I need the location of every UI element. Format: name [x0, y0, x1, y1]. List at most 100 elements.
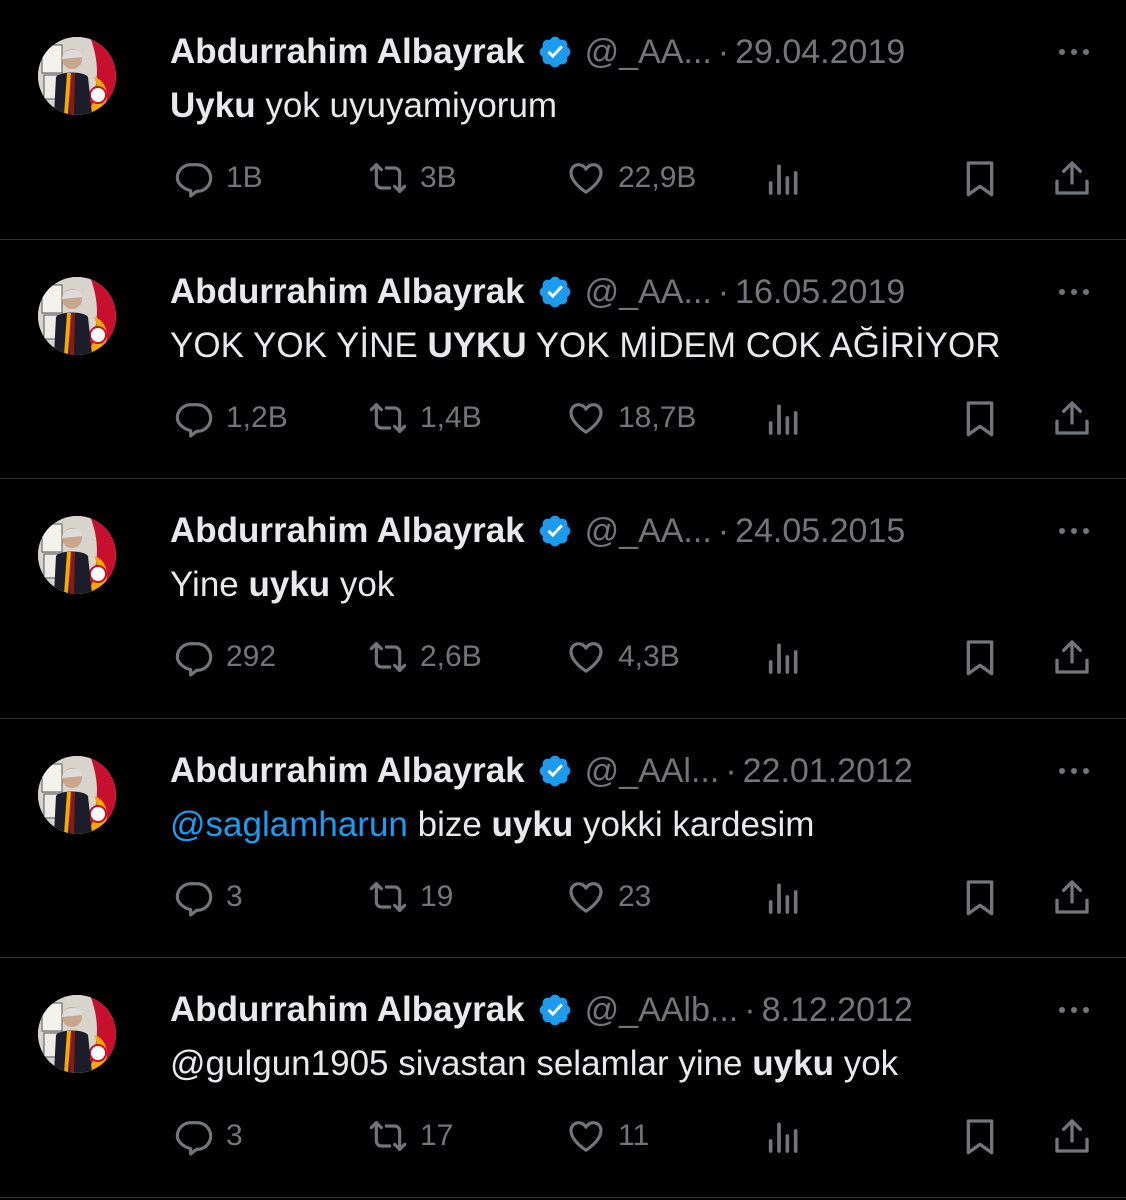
like-count: 22,9B	[618, 161, 697, 194]
reply-icon	[175, 1121, 213, 1156]
retweet-icon	[369, 642, 407, 672]
separator-dot: ·	[725, 751, 737, 790]
separator-dot: ·	[744, 990, 756, 1029]
handle[interactable]: @_AAl...	[585, 752, 720, 791]
reply-count: 3	[226, 880, 243, 913]
reply-button[interactable]: 3	[174, 877, 243, 917]
action-bar: 3 17 11	[0, 1116, 1126, 1160]
more-options-icon[interactable]	[1054, 509, 1094, 553]
avatar-image	[38, 516, 116, 594]
bookmark-icon[interactable]	[960, 877, 1000, 917]
retweet-icon	[369, 882, 407, 912]
tweet-date[interactable]: 16.05.2019	[735, 273, 905, 312]
like-button[interactable]: 22,9B	[566, 158, 696, 198]
avatar-image	[38, 37, 116, 115]
tweet-header: Abdurrahim Albayrak @_AA... · 16.05.2019	[170, 270, 905, 314]
handle[interactable]: @_AA...	[585, 33, 712, 72]
avatar[interactable]	[38, 516, 116, 594]
avatar-image	[38, 756, 116, 834]
tweet[interactable]: Abdurrahim Albayrak @_AA... · 24.05.2015…	[0, 479, 1126, 719]
like-button[interactable]: 23	[566, 877, 651, 917]
tweet[interactable]: Abdurrahim Albayrak @_AA... · 16.05.2019…	[0, 240, 1126, 479]
reply-count: 3	[226, 1119, 243, 1152]
retweet-count: 2,6B	[420, 640, 482, 673]
display-name[interactable]: Abdurrahim Albayrak	[170, 272, 525, 312]
reply-button[interactable]: 1B	[174, 158, 263, 198]
handle[interactable]: @_AAlb...	[585, 991, 739, 1030]
views-icon[interactable]	[764, 877, 804, 917]
like-button[interactable]: 18,7B	[566, 398, 696, 438]
more-options-icon[interactable]	[1054, 30, 1094, 74]
text-segment: yok uyuyamiyorum	[255, 86, 558, 125]
display-name[interactable]: Abdurrahim Albayrak	[170, 32, 525, 72]
bookmark-icon[interactable]	[960, 158, 1000, 198]
tweet-date[interactable]: 24.05.2015	[735, 512, 905, 551]
retweet-button[interactable]: 19	[368, 877, 453, 917]
views-icon[interactable]	[764, 1116, 804, 1156]
display-name[interactable]: Abdurrahim Albayrak	[170, 751, 525, 791]
more-options-icon[interactable]	[1054, 988, 1094, 1032]
action-bar: 1,2B 1,4B 18,7B	[0, 398, 1126, 442]
reply-icon	[175, 642, 213, 677]
more-options-icon[interactable]	[1054, 749, 1094, 793]
reply-button[interactable]: 292	[174, 637, 276, 677]
tweet-header: Abdurrahim Albayrak @_AA... · 29.04.2019	[170, 30, 905, 74]
share-icon[interactable]	[1052, 637, 1092, 677]
reply-button[interactable]: 1,2B	[174, 398, 288, 438]
share-icon[interactable]	[1052, 1116, 1092, 1156]
like-count: 11	[618, 1119, 650, 1152]
like-button[interactable]: 11	[566, 1116, 649, 1156]
views-icon[interactable]	[764, 637, 804, 677]
reply-icon	[175, 163, 213, 198]
tweet-date[interactable]: 29.04.2019	[735, 33, 905, 72]
tweet-text: YOK YOK YİNE UYKU YOK MİDEM COK AĞİRİYOR	[170, 326, 1001, 366]
like-count: 4,3B	[618, 640, 680, 673]
retweet-button[interactable]: 2,6B	[368, 637, 482, 677]
retweet-button[interactable]: 3B	[368, 158, 457, 198]
avatar[interactable]	[38, 277, 116, 355]
heart-icon	[569, 882, 603, 913]
retweet-button[interactable]: 17	[368, 1116, 453, 1156]
tweet-date[interactable]: 22.01.2012	[743, 752, 913, 791]
handle[interactable]: @_AA...	[585, 512, 712, 551]
views-icon[interactable]	[764, 158, 804, 198]
verified-badge-icon	[539, 515, 571, 547]
text-segment: bize	[407, 805, 492, 844]
highlighted-term: UYKU	[427, 326, 527, 365]
mention-link[interactable]: @saglamharun	[170, 805, 408, 844]
retweet-button[interactable]: 1,4B	[368, 398, 482, 438]
separator-dot: ·	[717, 511, 730, 550]
separator-dot: ·	[717, 32, 730, 71]
bookmark-icon[interactable]	[960, 398, 1000, 438]
handle[interactable]: @_AA...	[585, 273, 712, 312]
retweet-icon	[369, 403, 407, 433]
text-segment: yok	[330, 565, 395, 604]
tweet-date[interactable]: 8.12.2012	[762, 991, 913, 1030]
tweet[interactable]: Abdurrahim Albayrak @_AA... · 29.04.2019…	[0, 0, 1126, 240]
separator-dot: ·	[717, 272, 730, 311]
avatar[interactable]	[38, 756, 116, 834]
display-name[interactable]: Abdurrahim Albayrak	[170, 511, 525, 551]
tweet[interactable]: Abdurrahim Albayrak @_AAlb... · 8.12.201…	[0, 958, 1126, 1198]
like-button[interactable]: 4,3B	[566, 637, 680, 677]
avatar-image	[38, 277, 116, 355]
heart-icon	[569, 642, 603, 673]
more-options-icon[interactable]	[1054, 270, 1094, 314]
share-icon[interactable]	[1052, 877, 1092, 917]
share-icon[interactable]	[1052, 158, 1092, 198]
tweet[interactable]: Abdurrahim Albayrak @_AAl... · 22.01.201…	[0, 719, 1126, 958]
bookmark-icon[interactable]	[960, 1116, 1000, 1156]
display-name[interactable]: Abdurrahim Albayrak	[170, 990, 525, 1030]
share-icon[interactable]	[1052, 398, 1092, 438]
highlighted-term: uyku	[752, 1044, 834, 1083]
bookmark-icon[interactable]	[960, 637, 1000, 677]
highlighted-term: uyku	[248, 565, 331, 604]
reply-button[interactable]: 3	[174, 1116, 243, 1156]
avatar[interactable]	[38, 995, 116, 1073]
avatar-image	[38, 995, 116, 1073]
tweet-header: Abdurrahim Albayrak @_AAl... · 22.01.201…	[170, 749, 913, 793]
avatar[interactable]	[38, 37, 116, 115]
text-segment: yokki kardesim	[573, 805, 815, 844]
retweet-count: 19	[420, 880, 454, 913]
views-icon[interactable]	[764, 398, 804, 438]
